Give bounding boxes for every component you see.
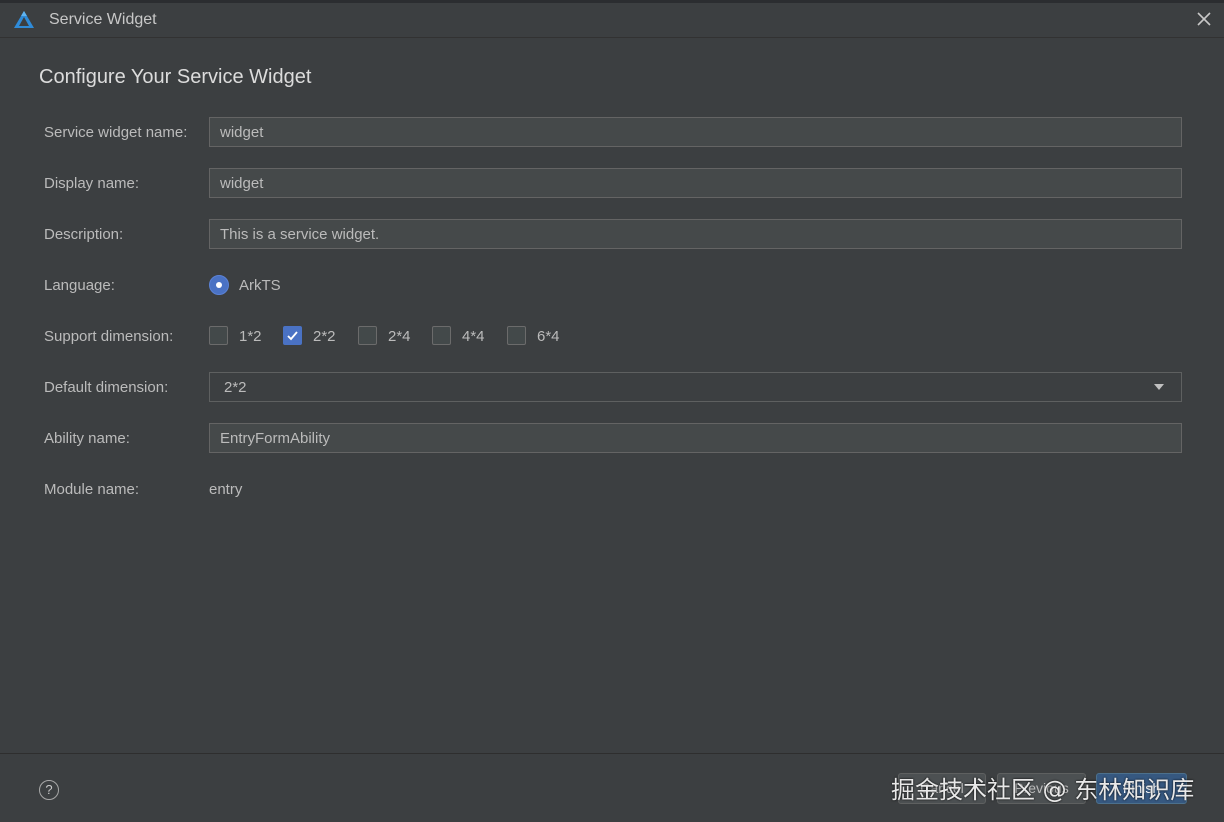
default-dimension-label: Default dimension: <box>44 379 169 396</box>
watermark-text: 掘金技术社区 @ 东林知识库 <box>891 776 1195 804</box>
taskbar-strip <box>0 0 1224 3</box>
module-name-label: Module name: <box>44 481 140 498</box>
ability-name-input[interactable] <box>209 423 1182 453</box>
dimension-4x4-label: 4*4 <box>462 328 485 345</box>
radio-selected-dot <box>216 282 222 288</box>
window-title: Service Widget <box>49 11 157 28</box>
dimension-6x4-label: 6*4 <box>537 328 560 345</box>
ability-name-label: Ability name: <box>44 430 130 447</box>
arkts-radio[interactable] <box>209 275 229 295</box>
checkmark-icon <box>287 331 298 341</box>
title-bar: Service Widget <box>0 0 1224 38</box>
description-input[interactable] <box>209 219 1182 249</box>
description-label: Description: <box>44 226 124 243</box>
default-dimension-dropdown[interactable]: 2*2 <box>209 372 1182 402</box>
language-label: Language: <box>44 277 115 294</box>
close-icon[interactable] <box>1194 9 1214 29</box>
service-widget-name-input[interactable] <box>209 117 1182 147</box>
dimension-6x4-checkbox[interactable] <box>507 326 526 345</box>
display-name-input[interactable] <box>209 168 1182 198</box>
service-widget-name-label: Service widget name: <box>44 124 188 141</box>
dimension-2x2-checkbox[interactable] <box>283 326 302 345</box>
dimension-4x4-checkbox[interactable] <box>432 326 451 345</box>
dimension-2x4-label: 2*4 <box>388 328 411 345</box>
dimension-2x2-label: 2*2 <box>313 328 336 345</box>
dimension-2x4-checkbox[interactable] <box>358 326 377 345</box>
module-name-value: entry <box>209 481 243 498</box>
display-name-label: Display name: <box>44 175 140 192</box>
page-title: Configure Your Service Widget <box>39 66 312 88</box>
help-icon[interactable]: ? <box>39 780 59 800</box>
dimension-1x2-label: 1*2 <box>239 328 262 345</box>
default-dimension-value: 2*2 <box>224 379 247 396</box>
dimension-1x2-checkbox[interactable] <box>209 326 228 345</box>
app-logo-icon <box>14 11 34 28</box>
chevron-down-icon <box>1154 384 1164 390</box>
support-dimension-label: Support dimension: <box>44 328 174 345</box>
arkts-radio-label: ArkTS <box>239 277 281 294</box>
